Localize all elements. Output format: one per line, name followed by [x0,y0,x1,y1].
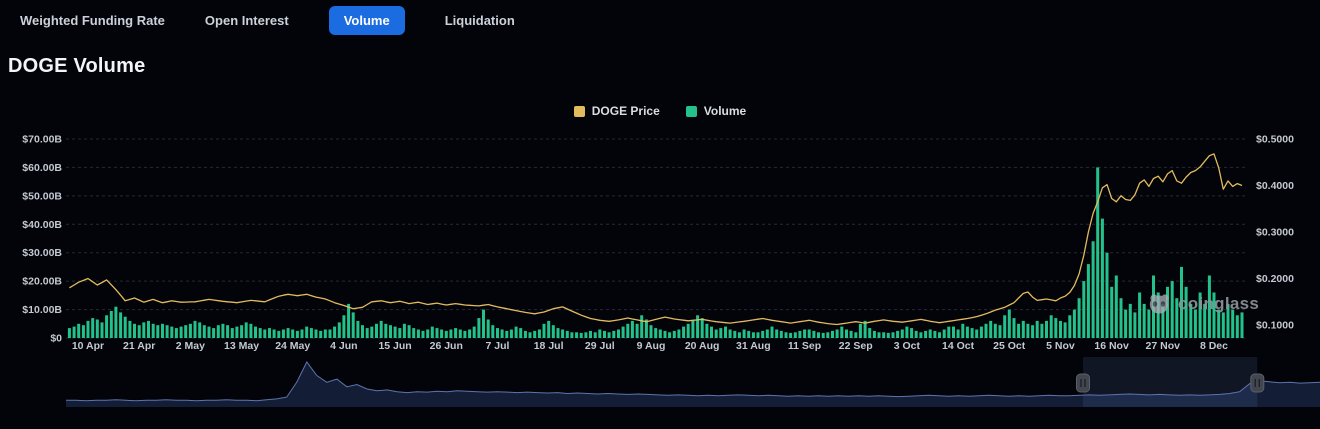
svg-text:11 Sep: 11 Sep [788,340,821,352]
svg-text:$0.4000: $0.4000 [1256,180,1294,192]
tab-open-interest[interactable]: Open Interest [205,13,289,28]
left-axis-labels: $70.00B $60.00B $50.00B $40.00B $30.00B $20.0… [22,134,62,345]
svg-text:$50.00B: $50.00B [22,190,62,202]
svg-text:25 Oct: 25 Oct [993,340,1026,352]
doge-price-swatch-icon [574,106,585,117]
svg-text:4 Jun: 4 Jun [330,340,357,352]
svg-text:22 Sep: 22 Sep [839,340,873,352]
svg-text:$0.1000: $0.1000 [1256,320,1294,332]
svg-text:24 May: 24 May [275,340,310,352]
svg-text:$0.3000: $0.3000 [1256,227,1294,239]
svg-text:20 Aug: 20 Aug [685,340,720,352]
legend-label-volume: Volume [704,104,746,118]
svg-text:2 May: 2 May [176,340,205,352]
gridlines [66,139,1248,338]
right-axis-labels: $0.5000 $0.4000 $0.3000 $0.2000 $0.1000 [1256,134,1294,332]
svg-text:3 Oct: 3 Oct [894,340,921,352]
svg-text:15 Jun: 15 Jun [378,340,411,352]
volume-swatch-icon [686,106,697,117]
svg-text:$70.00B: $70.00B [22,134,62,146]
svg-text:14 Oct: 14 Oct [942,340,975,352]
navigator-selection[interactable] [1083,357,1257,407]
svg-text:13 May: 13 May [224,340,259,352]
chart-legend: DOGE Price Volume [0,104,1320,118]
svg-text:21 Apr: 21 Apr [123,340,155,352]
price-line[interactable] [69,154,1242,325]
svg-text:31 Aug: 31 Aug [736,340,771,352]
svg-text:10 Apr: 10 Apr [72,340,104,352]
navigator-right-handle[interactable] [1251,374,1264,392]
tab-volume[interactable]: Volume [329,6,405,35]
svg-text:29 Jul: 29 Jul [585,340,615,352]
svg-text:5 Nov: 5 Nov [1046,340,1075,352]
svg-text:$0.5000: $0.5000 [1256,134,1294,146]
svg-text:$10.00B: $10.00B [22,304,62,316]
chart-tab-bar: Weighted Funding Rate Open Interest Volu… [0,0,1320,40]
tab-liquidation[interactable]: Liquidation [445,13,515,28]
svg-text:$0.2000: $0.2000 [1256,273,1294,285]
legend-item-doge-price[interactable]: DOGE Price [574,104,660,118]
svg-text:16 Nov: 16 Nov [1094,340,1129,352]
navigator-left-handle[interactable] [1077,374,1090,392]
page-title: DOGE Volume [8,55,145,78]
svg-text:$40.00B: $40.00B [22,219,62,231]
legend-label-doge-price: DOGE Price [592,104,660,118]
range-navigator[interactable] [0,356,1320,410]
svg-text:$0: $0 [50,333,62,345]
svg-text:$30.00B: $30.00B [22,247,62,259]
svg-text:9 Aug: 9 Aug [637,340,666,352]
svg-text:$20.00B: $20.00B [22,276,62,288]
svg-text:18 Jul: 18 Jul [534,340,564,352]
x-axis-labels: 10 Apr 21 Apr 2 May 13 May 24 May 4 Jun 15 Jun… [72,340,1228,352]
legend-item-volume[interactable]: Volume [686,104,746,118]
svg-text:8 Dec: 8 Dec [1200,340,1228,352]
svg-text:27 Nov: 27 Nov [1146,340,1181,352]
svg-text:7 Jul: 7 Jul [485,340,509,352]
svg-text:$60.00B: $60.00B [22,162,62,174]
tab-weighted-funding-rate[interactable]: Weighted Funding Rate [20,13,165,28]
doge-volume-page: Weighted Funding Rate Open Interest Volu… [0,0,1320,429]
doge-volume-chart[interactable]: $70.00B $60.00B $50.00B $40.00B $30.00B $20.0… [0,130,1320,360]
svg-text:26 Jun: 26 Jun [430,340,463,352]
